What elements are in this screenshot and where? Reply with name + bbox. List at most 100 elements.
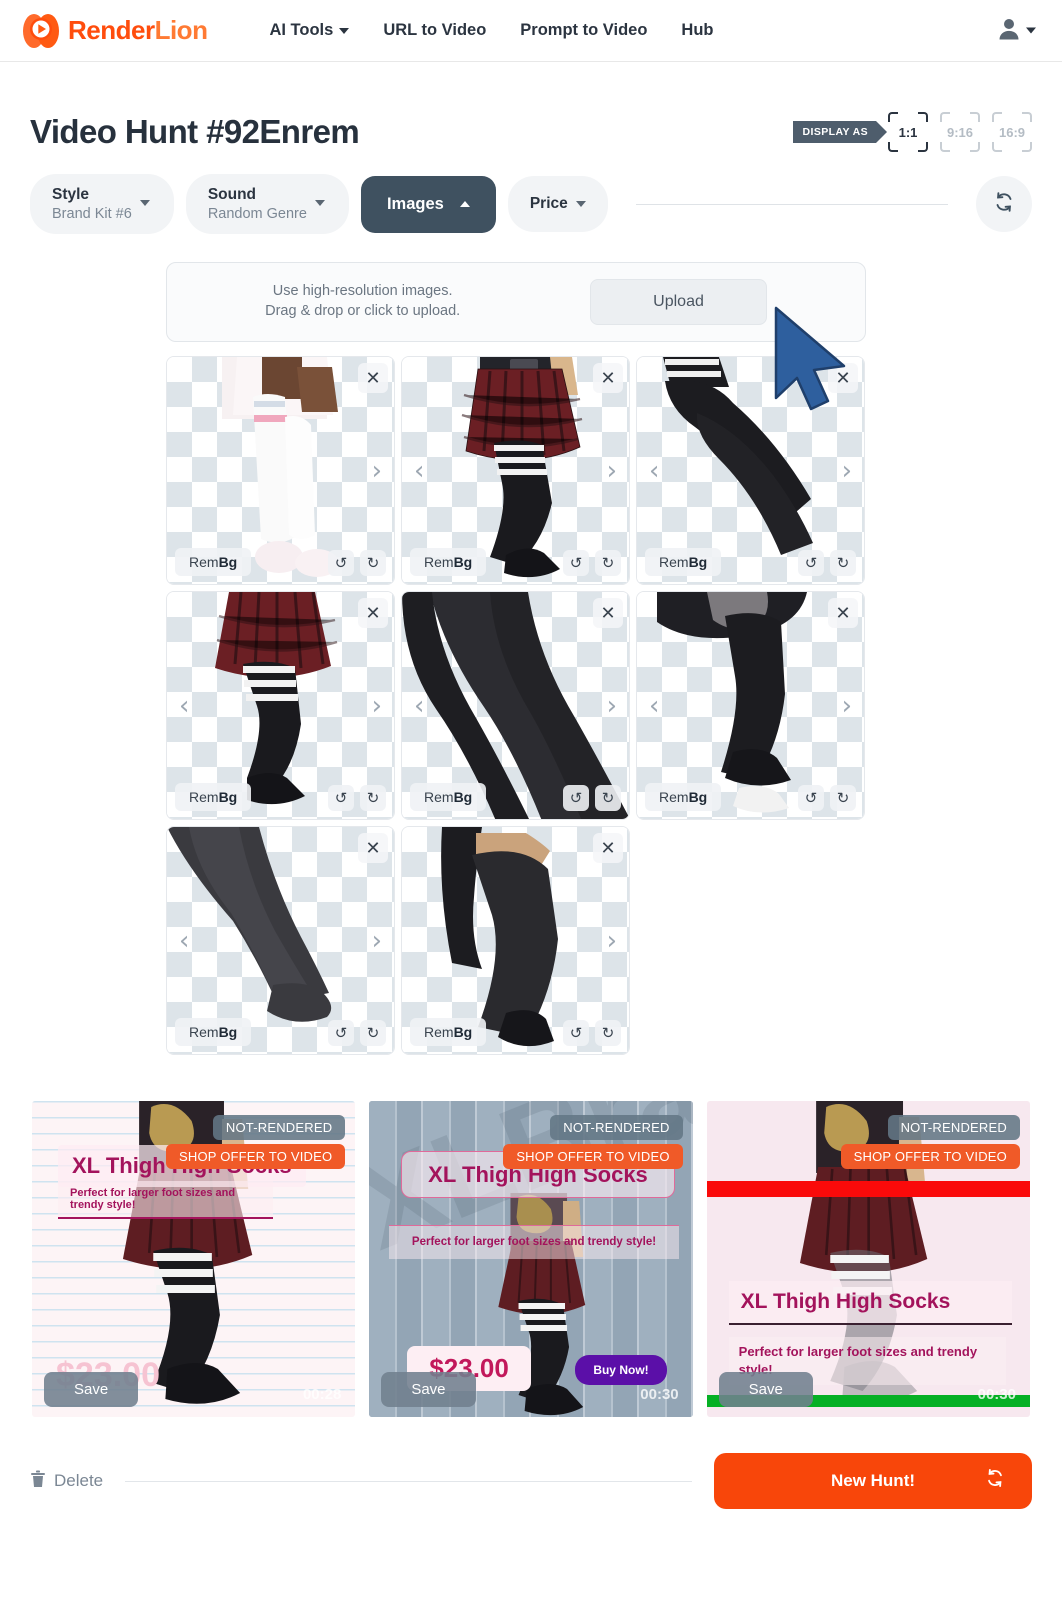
remove-image-button[interactable]: ✕ xyxy=(358,833,388,863)
filter-style-value: Brand Kit #6 xyxy=(52,206,132,222)
brand-word-render: Render xyxy=(68,15,155,45)
ratio-button-9-16[interactable]: 9:16 xyxy=(940,112,980,152)
rotate-right-icon[interactable]: ↻ xyxy=(830,550,856,576)
nav-item-ai-tools[interactable]: AI Tools xyxy=(269,21,350,40)
shop-offer-badge[interactable]: SHOP OFFER TO VIDEO xyxy=(503,1144,683,1169)
new-hunt-label: New Hunt! xyxy=(830,1471,916,1490)
remove-background-button[interactable]: RemBg xyxy=(175,1018,252,1046)
next-image-button[interactable]: › xyxy=(372,458,382,484)
rotate-controls: ↺ ↻ xyxy=(563,1020,621,1046)
rotate-right-icon[interactable]: ↻ xyxy=(595,785,621,811)
rotate-left-icon[interactable]: ↺ xyxy=(563,550,589,576)
remove-background-button[interactable]: RemBg xyxy=(645,783,722,811)
prev-image-button[interactable]: ‹ xyxy=(179,928,189,954)
ratio-button-1-1[interactable]: 1:1 xyxy=(888,112,928,152)
remove-image-button[interactable]: ✕ xyxy=(358,363,388,393)
video-preview-card[interactable]: XL Thigh High Socks Perfect for larger f… xyxy=(706,1101,1030,1417)
nav-item-hub[interactable]: Hub xyxy=(681,21,713,40)
next-image-button[interactable]: › xyxy=(842,458,852,484)
shop-offer-badge[interactable]: SHOP OFFER TO VIDEO xyxy=(840,1144,1020,1169)
rotate-left-icon[interactable]: ↺ xyxy=(563,1020,589,1046)
nav-item-url-to-video[interactable]: URL to Video xyxy=(383,21,486,40)
rotate-left-icon[interactable]: ↺ xyxy=(798,550,824,576)
rotate-right-icon[interactable]: ↻ xyxy=(595,1020,621,1046)
next-image-button[interactable]: › xyxy=(607,928,617,954)
image-card[interactable]: ✕ ‹ › RemBg ↺ ↻ xyxy=(636,356,865,585)
remove-image-button[interactable]: ✕ xyxy=(358,598,388,628)
remove-image-button[interactable]: ✕ xyxy=(828,598,858,628)
rotate-left-icon[interactable]: ↺ xyxy=(798,785,824,811)
filter-images-title: Images xyxy=(386,194,444,213)
shop-offer-badge[interactable]: SHOP OFFER TO VIDEO xyxy=(165,1144,346,1169)
rotate-right-icon[interactable]: ↻ xyxy=(830,785,856,811)
rotate-left-icon[interactable]: ↺ xyxy=(563,785,589,811)
nav-item-label: Hub xyxy=(681,21,714,39)
image-card[interactable]: ✕ ‹ › RemBg ↺ ↻ xyxy=(166,826,395,1055)
remove-background-button[interactable]: RemBg xyxy=(410,548,487,576)
remove-background-button[interactable]: RemBg xyxy=(410,1018,487,1046)
filter-style[interactable]: Style Brand Kit #6 xyxy=(30,174,174,234)
preview-badges: NOT-RENDERED SHOP OFFER TO VIDEO xyxy=(840,1115,1020,1169)
remove-background-button[interactable]: RemBg xyxy=(175,548,252,576)
rotate-controls: ↺ ↻ xyxy=(798,785,856,811)
image-card[interactable]: ✕ ‹ › RemBg ↺ ↻ xyxy=(166,591,395,820)
chevron-down-icon xyxy=(575,201,586,207)
top-navigation-bar: RenderLion AI Tools URL to Video Prompt … xyxy=(0,0,1062,62)
rotate-right-icon[interactable]: ↻ xyxy=(595,550,621,576)
delete-button[interactable]: Delete xyxy=(30,1470,103,1493)
buy-now-button[interactable]: Buy Now! xyxy=(575,1355,667,1385)
brand-wordmark: RenderLion xyxy=(68,15,208,46)
rotate-right-icon[interactable]: ↻ xyxy=(360,550,386,576)
prev-image-button[interactable]: ‹ xyxy=(649,458,659,484)
save-video-button[interactable]: Save xyxy=(381,1372,476,1407)
refresh-filters-button[interactable] xyxy=(976,176,1032,232)
remove-image-button[interactable]: ✕ xyxy=(828,363,858,393)
video-preview-card[interactable]: XLBrand XL Thigh High Socks Perfect for … xyxy=(369,1101,693,1417)
ratio-button-16-9[interactable]: 16:9 xyxy=(992,112,1032,152)
remove-background-button[interactable]: RemBg xyxy=(645,548,722,576)
next-image-button[interactable]: › xyxy=(607,693,617,719)
next-image-button[interactable]: › xyxy=(372,693,382,719)
filter-sound-title: Sound xyxy=(207,186,257,203)
remove-background-button[interactable]: RemBg xyxy=(175,783,252,811)
next-image-button[interactable]: › xyxy=(607,458,617,484)
image-card[interactable]: ✕ ‹ › RemBg ↺ ↻ xyxy=(636,591,865,820)
remove-background-button[interactable]: RemBg xyxy=(410,783,487,811)
rotate-left-icon[interactable]: ↺ xyxy=(328,1020,354,1046)
image-card[interactable]: ✕ › RemBg ↺ ↻ xyxy=(401,826,630,1055)
new-hunt-button[interactable]: New Hunt! xyxy=(714,1453,1032,1509)
filter-price[interactable]: Price xyxy=(507,176,608,232)
rotate-left-icon[interactable]: ↺ xyxy=(328,550,354,576)
remove-image-button[interactable]: ✕ xyxy=(593,833,623,863)
prev-image-button[interactable]: ‹ xyxy=(414,693,424,719)
upload-button[interactable]: Upload xyxy=(590,279,767,325)
upload-dropzone[interactable]: Use high-resolution images. Drag & drop … xyxy=(166,262,866,342)
rotate-controls: ↺ ↻ xyxy=(798,550,856,576)
main-nav: AI Tools URL to Video Prompt to Video Hu… xyxy=(269,21,713,40)
account-menu[interactable] xyxy=(996,15,1036,46)
rotate-left-icon[interactable]: ↺ xyxy=(328,785,354,811)
save-video-button[interactable]: Save xyxy=(44,1372,139,1407)
image-card[interactable]: ✕ › RemBg ↺ ↻ xyxy=(166,356,395,585)
image-card[interactable]: ✕ ‹ › RemBg ↺ ↻ xyxy=(401,591,630,820)
prev-image-button[interactable]: ‹ xyxy=(414,458,424,484)
next-image-button[interactable]: › xyxy=(372,928,382,954)
image-card[interactable]: ✕ ‹ › RemBg ↺ ↻ xyxy=(401,356,630,585)
next-image-button[interactable]: › xyxy=(842,693,852,719)
rotate-right-icon[interactable]: ↻ xyxy=(360,785,386,811)
filter-images[interactable]: Images xyxy=(360,175,496,233)
video-previews: XL Thigh High Socks Perfect for larger f… xyxy=(30,1101,1032,1417)
brand-logo[interactable]: RenderLion xyxy=(22,12,208,50)
video-preview-card[interactable]: XL Thigh High Socks Perfect for larger f… xyxy=(32,1101,356,1417)
nav-item-label: URL to Video xyxy=(383,21,487,39)
prev-image-button[interactable]: ‹ xyxy=(179,693,189,719)
prev-image-button[interactable]: ‹ xyxy=(649,693,659,719)
delete-label: Delete xyxy=(54,1471,104,1490)
nav-item-prompt-to-video[interactable]: Prompt to Video xyxy=(520,21,647,40)
remove-image-button[interactable]: ✕ xyxy=(593,363,623,393)
remove-image-button[interactable]: ✕ xyxy=(593,598,623,628)
preview-badges: NOT-RENDERED SHOP OFFER TO VIDEO xyxy=(503,1115,683,1169)
rotate-right-icon[interactable]: ↻ xyxy=(360,1020,386,1046)
filter-sound[interactable]: Sound Random Genre xyxy=(185,174,349,234)
save-video-button[interactable]: Save xyxy=(718,1372,813,1407)
